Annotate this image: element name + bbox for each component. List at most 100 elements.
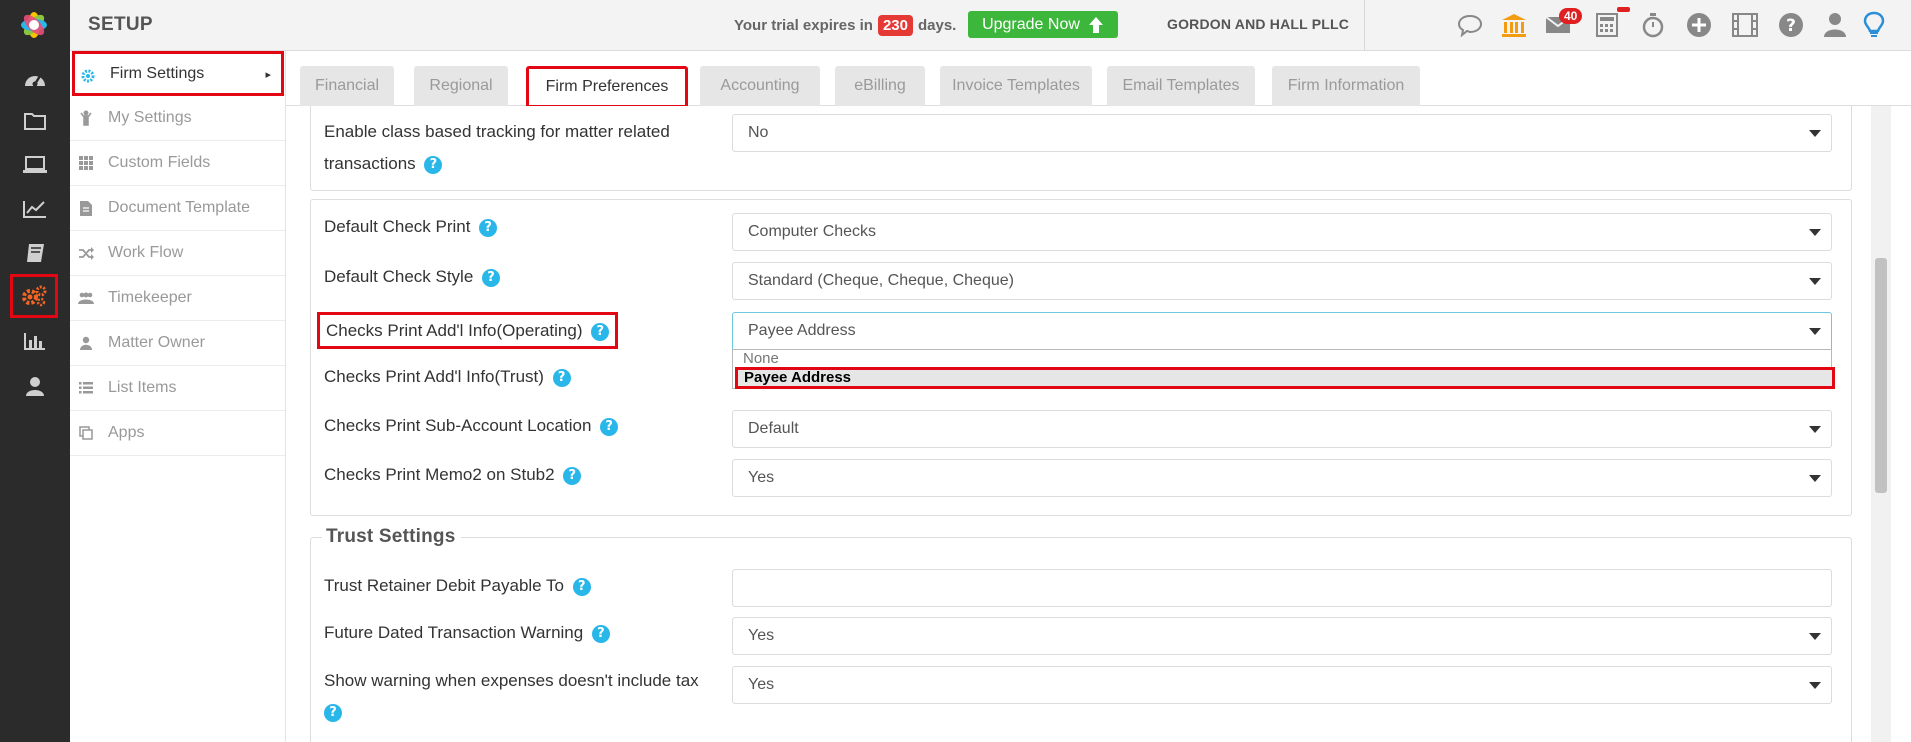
people-icon — [78, 290, 94, 306]
help-icon[interactable]: ? — [479, 218, 498, 237]
folder-icon[interactable] — [13, 101, 57, 141]
user-icon[interactable] — [13, 366, 57, 406]
dropdown-option-payee-address[interactable]: Payee Address — [735, 367, 1835, 389]
film-icon[interactable] — [1728, 9, 1762, 41]
default-check-style-select[interactable]: Standard (Cheque, Cheque, Cheque) — [732, 262, 1832, 300]
help-icon[interactable]: ? — [482, 268, 501, 287]
chart-icon[interactable] — [13, 189, 57, 229]
tab-ebilling[interactable]: eBilling — [835, 66, 925, 106]
retainer-payable-input[interactable] — [732, 569, 1832, 607]
copy-icon — [78, 425, 94, 441]
help-icon[interactable]: ? — [591, 624, 610, 643]
retainer-payable-label: Trust Retainer Debit Payable To ? — [324, 570, 591, 601]
help-icon[interactable]: ? — [424, 155, 443, 174]
nav-apps[interactable]: Apps — [70, 411, 285, 456]
tab-regional[interactable]: Regional — [414, 66, 508, 106]
chevron-down-icon — [1809, 130, 1821, 137]
tab-firm-information[interactable]: Firm Information — [1272, 66, 1420, 106]
label-text: Checks Print Sub-Account Location — [324, 416, 592, 435]
help-icon[interactable]: ? — [324, 703, 342, 722]
class-tracking-select[interactable]: No — [732, 114, 1832, 152]
add-circle-icon[interactable] — [1682, 9, 1716, 41]
select-value: Standard (Cheque, Cheque, Cheque) — [748, 272, 1014, 289]
class-tracking-label-line1: Enable class based tracking for matter r… — [324, 122, 670, 141]
help-icon[interactable]: ? — [591, 322, 610, 341]
help-icon[interactable]: ? — [600, 417, 619, 436]
trial-prefix: Your trial expires in — [734, 17, 873, 34]
addl-info-trust-label: Checks Print Add'l Info(Trust) ? — [324, 361, 571, 392]
label-text: Checks Print Add'l Info(Trust) — [324, 367, 544, 386]
help-icon[interactable]: ? — [563, 466, 582, 485]
grid-icon — [78, 155, 94, 171]
label-text: Checks Print Add'l Info(Operating) — [326, 321, 583, 340]
tab-firm-preferences[interactable]: Firm Preferences — [526, 66, 688, 108]
nav-label: Matter Owner — [108, 334, 205, 351]
preferences-content: Enable class based tracking for matter r… — [286, 106, 1871, 742]
dropdown-option-none[interactable]: None — [733, 349, 1831, 369]
bank-icon[interactable] — [1497, 9, 1531, 41]
memo2-stub2-label: Checks Print Memo2 on Stub2 ? — [324, 459, 582, 490]
label-text: Future Dated Transaction Warning — [324, 623, 584, 642]
user-profile-icon[interactable] — [1818, 9, 1852, 41]
expense-tax-warning-label: Show warning when expenses doesn't inclu… — [324, 671, 699, 690]
lightbulb-icon[interactable] — [1857, 9, 1891, 41]
chevron-down-icon — [1809, 229, 1821, 236]
label-text: Trust Retainer Debit Payable To — [324, 576, 565, 595]
settings-tabs: Financial Regional Firm Preferences Acco… — [286, 51, 1911, 108]
bar-chart-icon[interactable] — [13, 321, 57, 361]
nav-label: Firm Settings — [110, 64, 205, 82]
help-icon[interactable]: ? — [1774, 9, 1808, 41]
default-check-print-select[interactable]: Computer Checks — [732, 213, 1832, 251]
upgrade-now-button[interactable]: Upgrade Now — [968, 11, 1118, 38]
calculator-icon[interactable] — [1590, 9, 1624, 41]
chat-icon[interactable] — [1453, 9, 1487, 41]
class-tracking-label-text: transactions — [324, 154, 416, 173]
nav-firm-settings[interactable]: Firm Settings ▸ — [72, 51, 284, 96]
nav-custom-fields[interactable]: Custom Fields — [70, 141, 285, 186]
addl-info-operating-dropdown: None Payee Address — [732, 349, 1835, 389]
trial-days-badge: 230 — [877, 15, 913, 36]
nav-label: Work Flow — [108, 244, 184, 261]
select-value: Yes — [748, 627, 775, 644]
select-value: Yes — [748, 469, 775, 486]
tab-email-templates[interactable]: Email Templates — [1107, 66, 1255, 106]
label-text: Default Check Print — [324, 217, 471, 236]
help-icon[interactable]: ? — [572, 577, 591, 596]
stopwatch-icon[interactable] — [1636, 9, 1670, 41]
future-dated-warning-select[interactable]: Yes — [732, 617, 1832, 655]
tab-financial[interactable]: Financial — [300, 66, 394, 106]
laptop-icon[interactable] — [13, 145, 57, 185]
app-logo[interactable] — [13, 4, 55, 46]
nav-timekeeper[interactable]: Timekeeper — [70, 276, 285, 321]
sub-account-location-select[interactable]: Default — [732, 410, 1832, 448]
trial-notice: Your trial expires in 230 days. — [734, 15, 956, 36]
trial-suffix: days. — [917, 17, 957, 34]
tab-invoice-templates[interactable]: Invoice Templates — [940, 66, 1092, 106]
list-icon — [78, 380, 94, 396]
nav-list-items[interactable]: List Items — [70, 366, 285, 411]
tab-accounting[interactable]: Accounting — [700, 66, 820, 106]
help-icon[interactable]: ? — [552, 368, 571, 387]
caret-right-icon: ▸ — [265, 69, 271, 81]
expense-tax-warning-select[interactable]: Yes — [732, 666, 1832, 704]
nav-document-template[interactable]: Document Template — [70, 186, 285, 231]
dashboard-icon[interactable] — [13, 59, 57, 99]
nav-label: Custom Fields — [108, 154, 211, 171]
scrollbar-thumb[interactable] — [1875, 258, 1887, 493]
chevron-down-icon — [1809, 278, 1821, 285]
book-icon[interactable] — [13, 233, 57, 273]
chevron-down-icon — [1809, 328, 1821, 335]
trust-settings-legend: Trust Settings — [322, 526, 462, 548]
chevron-down-icon — [1809, 682, 1821, 689]
select-value: Computer Checks — [748, 223, 877, 240]
nav-my-settings[interactable]: My Settings — [70, 96, 285, 141]
nav-matter-owner[interactable]: Matter Owner — [70, 321, 285, 366]
person-wave-icon — [78, 110, 94, 126]
upgrade-label: Upgrade Now — [982, 15, 1080, 33]
chevron-down-icon — [1809, 633, 1821, 640]
label-text: Default Check Style — [324, 267, 474, 286]
settings-gears-icon[interactable] — [10, 274, 58, 318]
nav-work-flow[interactable]: Work Flow — [70, 231, 285, 276]
memo2-stub2-select[interactable]: Yes — [732, 459, 1832, 497]
addl-info-operating-select[interactable]: Payee Address — [732, 312, 1832, 350]
